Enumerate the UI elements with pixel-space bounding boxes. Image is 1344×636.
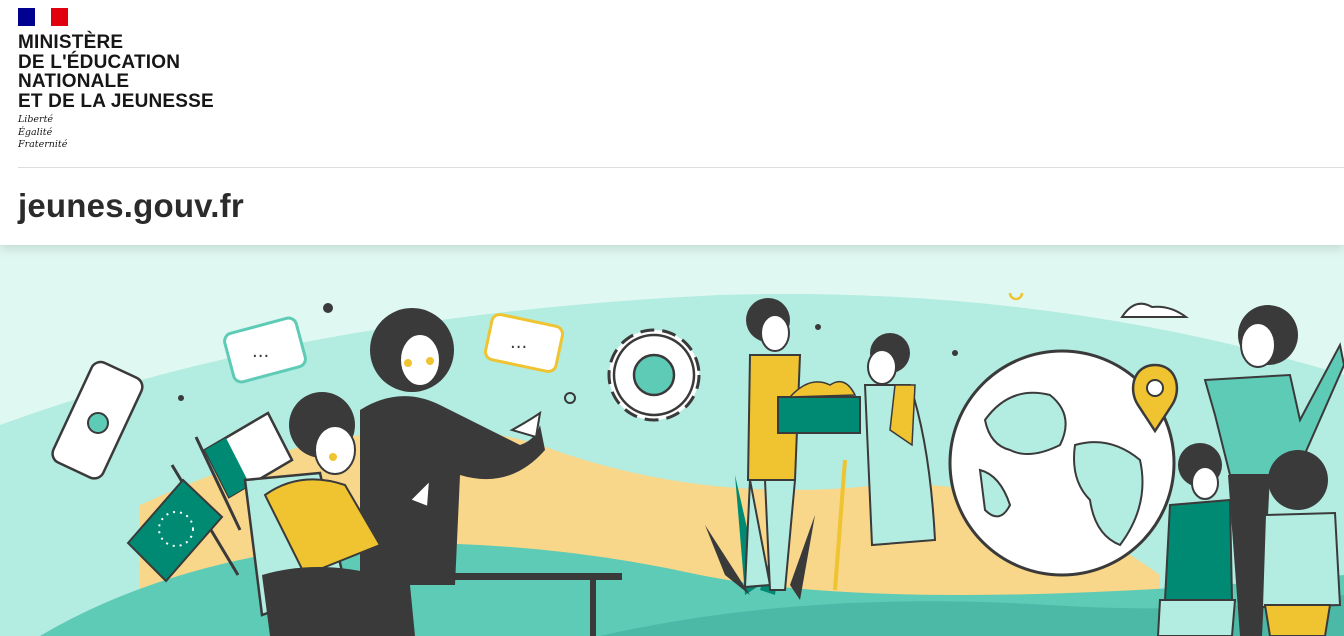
ministry-line: MINISTÈRE <box>18 32 124 53</box>
motto-line: Liberté <box>18 114 54 125</box>
ministry-line: DE L'ÉDUCATION <box>18 51 181 73</box>
speech-bubble-2-text: ... <box>510 332 527 353</box>
republic-motto: Liberté Égalité Fraternité <box>18 114 214 152</box>
ministry-line: NATIONALE <box>18 71 130 92</box>
motto-line: Égalité <box>18 126 53 138</box>
gear-icon <box>607 328 701 422</box>
french-flag-icon <box>18 8 69 26</box>
ministry-logo[interactable]: MINISTÈRE DE L'ÉDUCATION NATIONALE ET DE… <box>18 8 214 152</box>
site-header: MINISTÈRE DE L'ÉDUCATION NATIONALE ET DE… <box>0 0 1344 245</box>
ministry-name: MINISTÈRE DE L'ÉDUCATION NATIONALE ET DE… <box>18 33 214 111</box>
motto-line: Fraternité <box>18 139 68 150</box>
header-divider <box>18 167 1344 168</box>
cloud <box>1120 302 1190 318</box>
speech-bubble-1-text: ... <box>252 341 269 362</box>
hero-illustration: ... ... <box>0 245 1344 636</box>
site-name-link[interactable]: jeunes.gouv.fr <box>18 187 244 225</box>
ministry-line: ET DE LA JEUNESSE <box>18 90 214 112</box>
